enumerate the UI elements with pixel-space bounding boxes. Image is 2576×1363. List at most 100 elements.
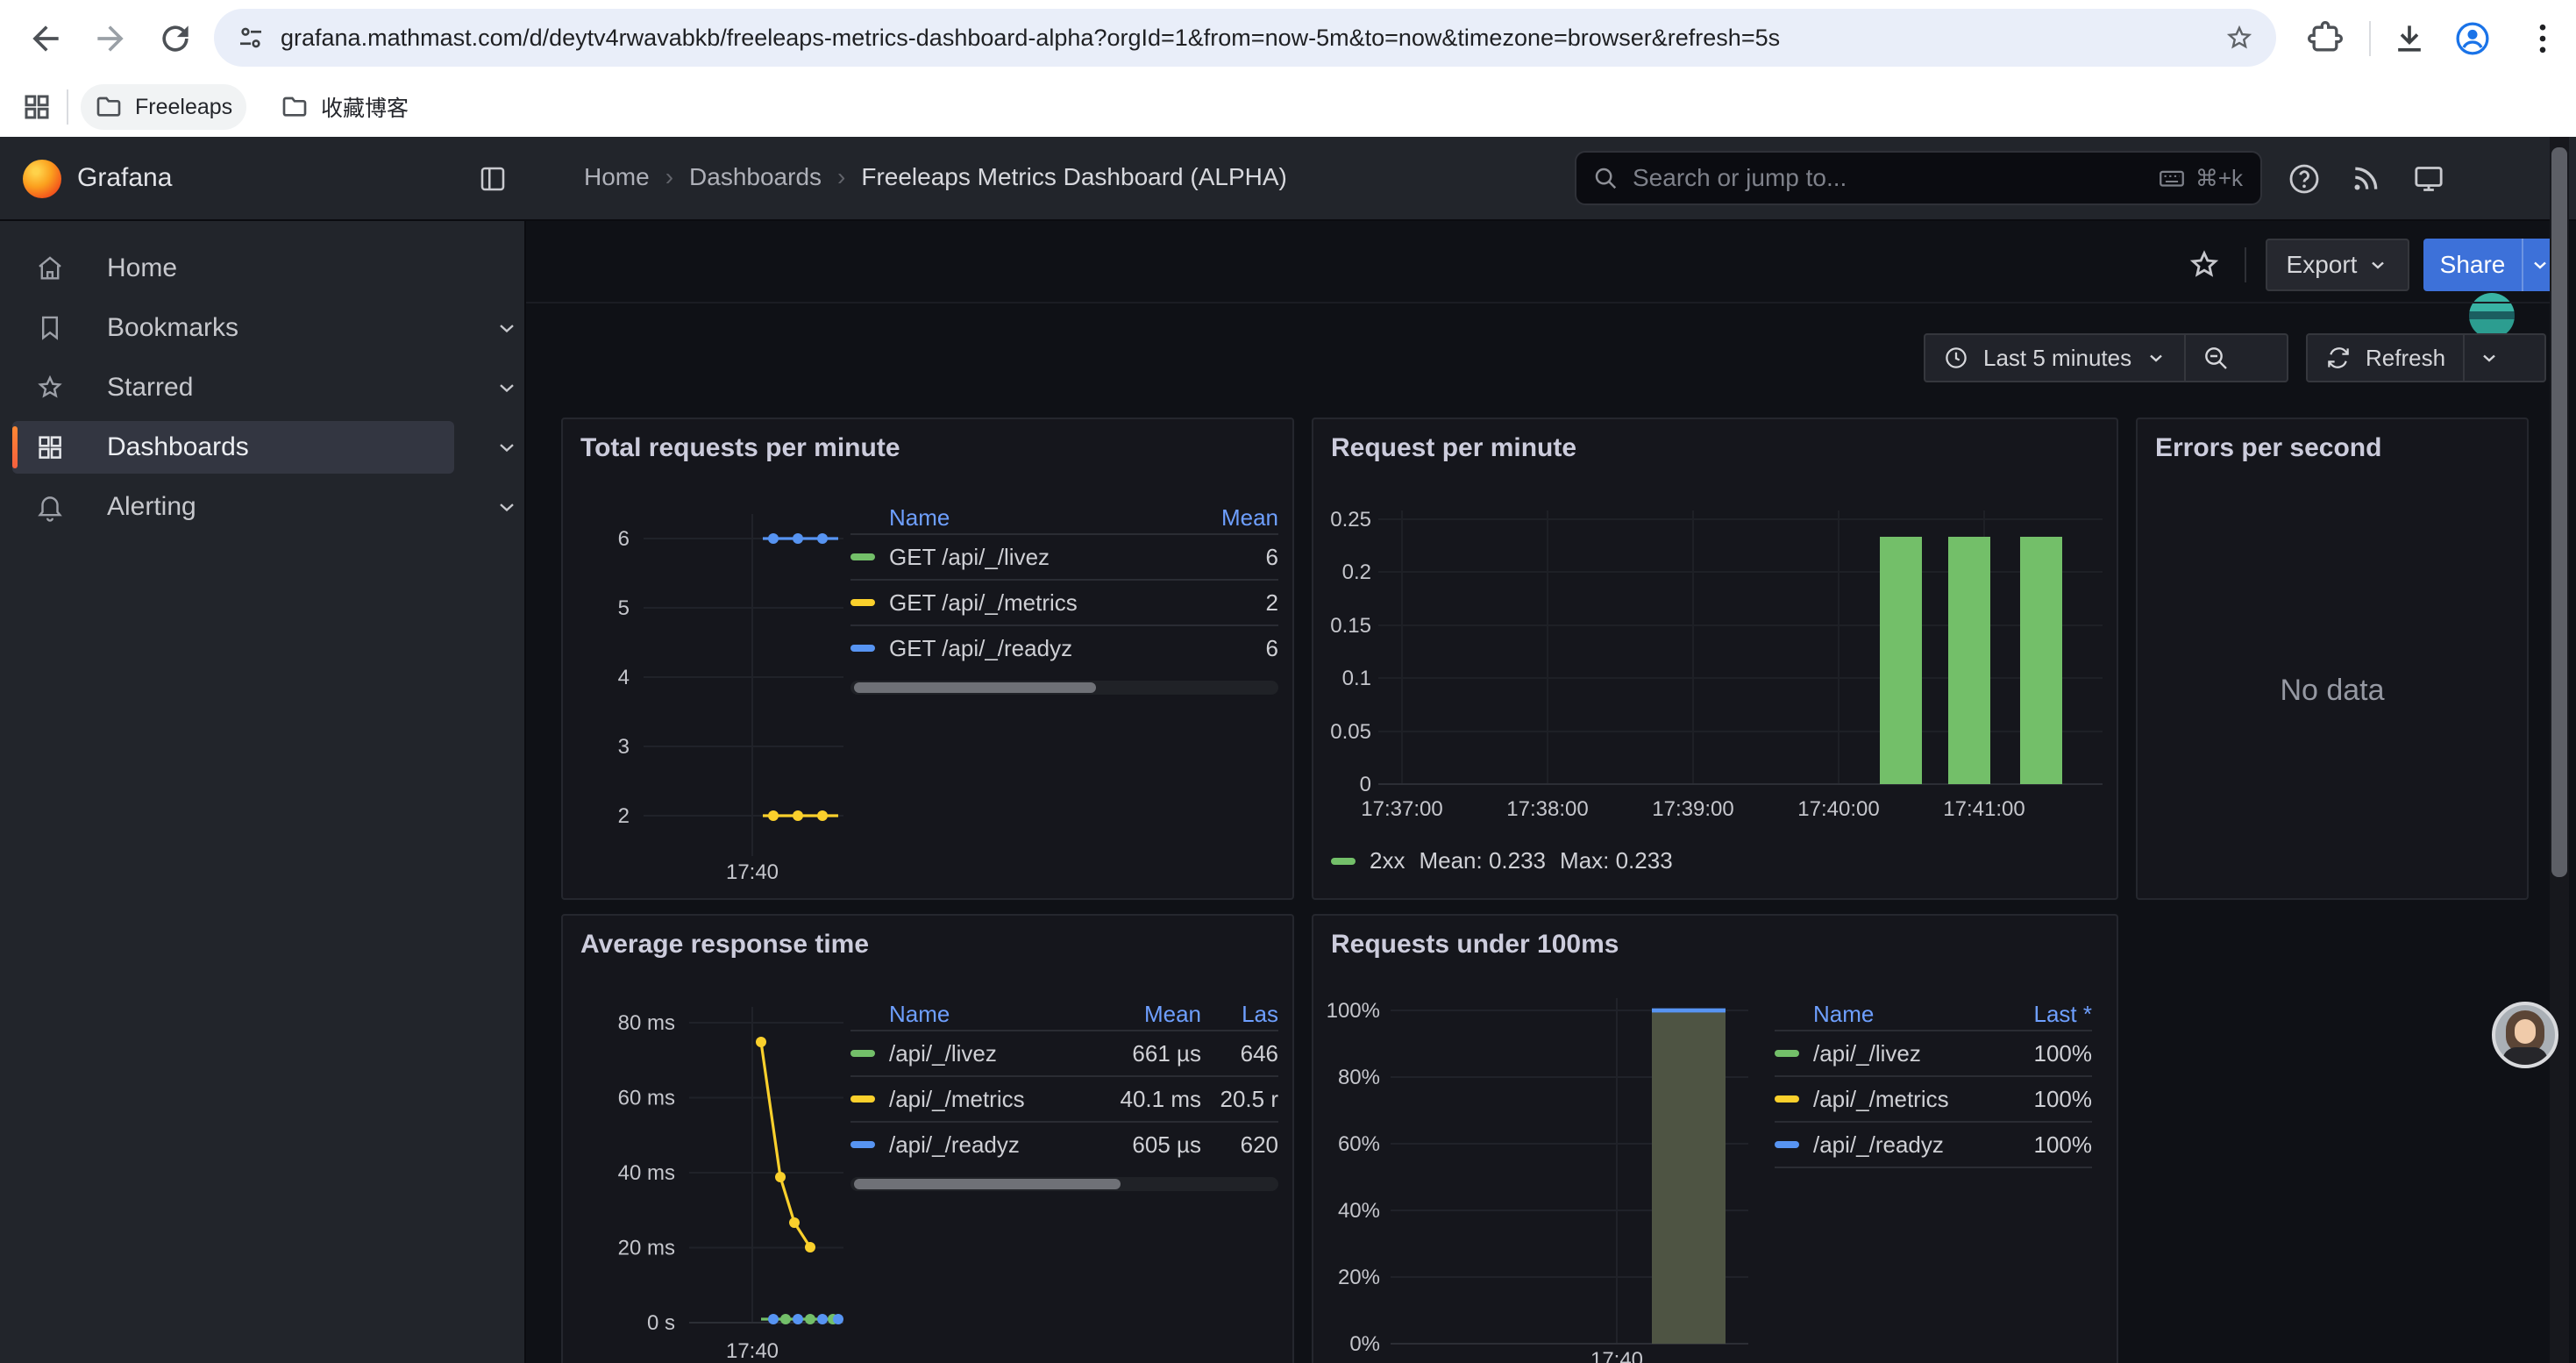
legend-row[interactable]: GET /api/_/livez 6 xyxy=(850,533,1278,579)
chevron-down-icon[interactable] xyxy=(495,375,519,400)
y-tick: 80 ms xyxy=(618,1011,675,1035)
legend-row[interactable]: /api/_/livez 100% xyxy=(1775,1030,2092,1075)
url-input[interactable]: grafana.mathmast.com/d/deytv4rwavabkb/fr… xyxy=(281,25,2210,52)
zoom-out-icon[interactable] xyxy=(2202,344,2230,372)
legend-row[interactable]: GET /api/_/readyz 6 xyxy=(850,624,1278,670)
legend-hscrollbar[interactable] xyxy=(850,681,1278,695)
panel-title[interactable]: Total requests per minute xyxy=(580,433,900,463)
y-tick: 80% xyxy=(1338,1066,1380,1089)
panel-title[interactable]: Requests under 100ms xyxy=(1331,930,1619,960)
sidebar-toggle-icon[interactable] xyxy=(477,163,509,195)
sidebar-item-dashboards[interactable]: Dashboards xyxy=(12,421,454,474)
brand-name: Grafana xyxy=(77,163,172,193)
floating-avatar[interactable] xyxy=(2492,1002,2558,1068)
series-last: 100% xyxy=(2015,1040,2092,1067)
chevron-down-icon[interactable] xyxy=(495,316,519,340)
search-box[interactable]: Search or jump to... ⌘+k xyxy=(1575,151,2262,205)
series-name: /api/_/metrics xyxy=(1813,1086,2015,1113)
legend-col-name[interactable]: Name xyxy=(850,504,1221,532)
legend-row[interactable]: GET /api/_/metrics 2 xyxy=(850,579,1278,624)
user-avatar[interactable] xyxy=(2469,293,2515,339)
legend-col-name[interactable]: Name xyxy=(1775,1001,2034,1028)
chevron-down-icon[interactable] xyxy=(495,435,519,460)
chevron-down-icon[interactable] xyxy=(495,495,519,519)
legend-hscrollbar[interactable] xyxy=(850,1177,1278,1191)
favorite-dashboard-star-icon[interactable] xyxy=(2187,247,2222,282)
panel-title[interactable]: Average response time xyxy=(580,930,869,960)
site-controls-icon[interactable] xyxy=(235,22,267,54)
share-button[interactable]: Share xyxy=(2423,239,2522,291)
bookmark-star-icon[interactable] xyxy=(2224,22,2255,54)
omnibox[interactable]: grafana.mathmast.com/d/deytv4rwavabkb/fr… xyxy=(214,9,2276,67)
sidebar-item-label: Dashboards xyxy=(107,432,249,462)
chart-legend[interactable]: 2xx Mean: 0.233 Max: 0.233 xyxy=(1331,847,1673,874)
search-shortcut: ⌘+k xyxy=(2195,165,2243,192)
page-scrollbar-thumb[interactable] xyxy=(2551,147,2567,877)
profile-icon[interactable] xyxy=(2453,19,2492,58)
grafana-logo[interactable] xyxy=(23,160,61,198)
y-tick: 0.25 xyxy=(1330,508,1371,532)
download-icon[interactable] xyxy=(2390,19,2429,58)
total-requests-chart[interactable]: 6 5 4 3 2 17:40 xyxy=(577,507,875,884)
time-range-picker[interactable]: Last 5 minutes xyxy=(1924,333,2288,382)
legend-col-last[interactable]: Las xyxy=(1201,1001,1278,1028)
sidebar-item-starred[interactable]: Starred xyxy=(12,361,454,414)
avatar-face xyxy=(2515,1019,2536,1044)
legend-col-name[interactable]: Name xyxy=(850,1001,1078,1028)
avg-response-chart[interactable]: 80 ms 60 ms 40 ms 20 ms 0 s 17:40 xyxy=(577,993,875,1363)
y-tick: 60% xyxy=(1338,1132,1380,1156)
browser-menu-icon[interactable] xyxy=(2523,19,2562,58)
sidebar-item-alerting[interactable]: Alerting xyxy=(12,481,454,533)
active-item-accent xyxy=(12,426,18,468)
legend-col-mean[interactable]: Mean xyxy=(1221,504,1278,532)
sidebar-item-home[interactable]: Home xyxy=(12,242,454,295)
chevron-down-icon[interactable] xyxy=(2479,347,2500,368)
series-mean: 40.1 ms xyxy=(1078,1086,1201,1113)
scrollbar-thumb[interactable] xyxy=(854,1179,1121,1189)
series-max: Max: 0.233 xyxy=(1560,847,1673,874)
series-swatch-green xyxy=(1775,1050,1799,1057)
export-button[interactable]: Export xyxy=(2266,239,2409,291)
apps-grid-icon[interactable] xyxy=(21,91,53,123)
legend-row[interactable]: /api/_/livez 661 µs 646 xyxy=(850,1030,1278,1075)
display-icon[interactable] xyxy=(2411,161,2446,196)
breadcrumb-dashboards[interactable]: Dashboards xyxy=(689,163,822,191)
scrollbar-thumb[interactable] xyxy=(854,682,1096,693)
legend-col-last[interactable]: Last * xyxy=(2034,1001,2093,1028)
sidebar-item-bookmarks[interactable]: Bookmarks xyxy=(12,302,454,354)
forward-icon[interactable] xyxy=(91,19,130,58)
news-rss-icon[interactable] xyxy=(2348,161,2383,196)
bookmark-label: 收藏博客 xyxy=(321,91,409,123)
extensions-icon[interactable] xyxy=(2306,19,2345,58)
series-mean: 6 xyxy=(1208,544,1278,571)
reload-icon[interactable] xyxy=(156,19,195,58)
x-tick: 17:41:00 xyxy=(1943,797,2025,821)
legend-row[interactable]: /api/_/readyz 605 µs 620 xyxy=(850,1121,1278,1167)
series-swatch-yellow xyxy=(850,599,875,606)
y-tick: 0.1 xyxy=(1342,667,1371,690)
legend-col-mean[interactable]: Mean xyxy=(1078,1001,1201,1028)
breadcrumb-home[interactable]: Home xyxy=(584,163,650,191)
y-tick: 0 s xyxy=(647,1311,675,1335)
back-icon[interactable] xyxy=(26,19,65,58)
refresh-icon xyxy=(2325,345,2352,371)
legend-row[interactable]: /api/_/readyz 100% xyxy=(1775,1121,2092,1168)
y-tick: 100% xyxy=(1327,999,1380,1023)
refresh-button[interactable]: Refresh xyxy=(2306,333,2546,382)
chevron-down-icon xyxy=(2367,254,2388,275)
bookmark-folder-freeleaps[interactable]: Freeleaps xyxy=(81,84,246,130)
panel-under-100ms: Requests under 100ms 100% 80% 60% 40% 20… xyxy=(1312,914,2118,1363)
help-icon[interactable] xyxy=(2287,161,2322,196)
bookmark-folder-blogs[interactable]: 收藏博客 xyxy=(267,84,423,130)
legend-row[interactable]: /api/_/metrics 40.1 ms 20.5 r xyxy=(850,1075,1278,1121)
dashboards-grid-icon xyxy=(35,432,65,462)
panel-title[interactable]: Errors per second xyxy=(2155,433,2381,463)
request-per-minute-chart[interactable]: 0.25 0.2 0.15 0.1 0.05 0 17:37:00 17:38:… xyxy=(1322,503,2111,840)
y-tick: 3 xyxy=(618,735,630,759)
series-name: /api/_/readyz xyxy=(889,1131,1078,1159)
legend-row[interactable]: /api/_/metrics 100% xyxy=(1775,1075,2092,1121)
y-tick: 40% xyxy=(1338,1199,1380,1223)
chevron-down-icon xyxy=(2145,347,2167,368)
search-icon xyxy=(1592,165,1619,191)
panel-title[interactable]: Request per minute xyxy=(1331,433,1576,463)
